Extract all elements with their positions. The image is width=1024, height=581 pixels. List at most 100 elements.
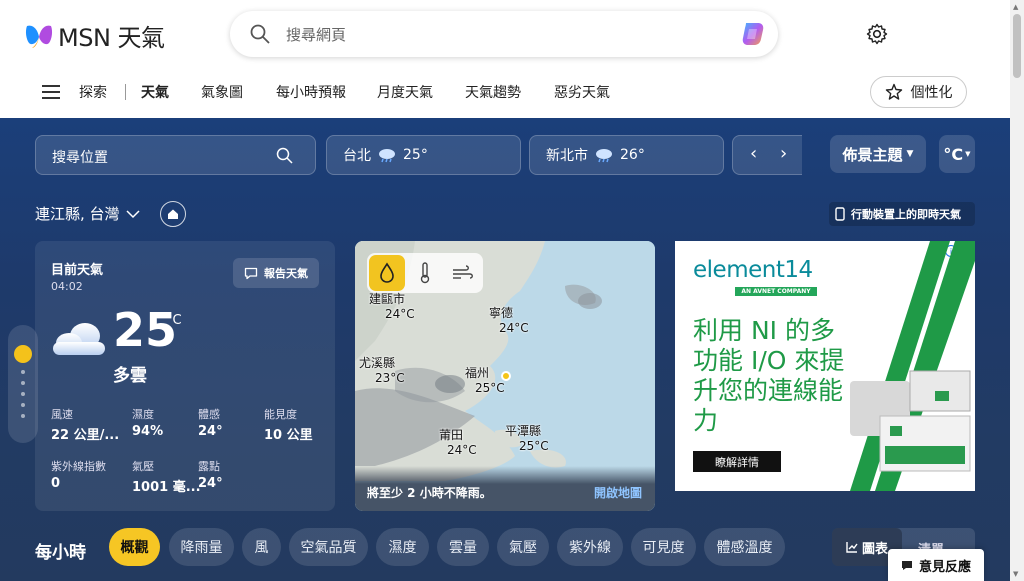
home-location-button[interactable]: [160, 201, 186, 227]
stat-visibility: 能見度 10 公里: [264, 406, 313, 443]
nav-weather-map[interactable]: 氣象圖: [201, 82, 243, 102]
phone-icon: [835, 207, 845, 221]
tab-wind[interactable]: 風: [242, 528, 281, 566]
map-label-ningde: 寧德 24°C: [489, 304, 529, 335]
copilot-icon[interactable]: [738, 20, 768, 48]
scrollbar-thumb[interactable]: [1013, 14, 1021, 78]
feedback-button[interactable]: 意見反應: [888, 549, 984, 581]
personalize-label: 個性化: [910, 85, 953, 101]
tab-air-quality[interactable]: 空氣品質: [289, 528, 368, 566]
ad-brand-sub: AN AVNET COMPANY: [735, 287, 817, 296]
rail-dot[interactable]: [21, 370, 25, 374]
current-condition: 多雲: [113, 366, 147, 386]
personalize-button[interactable]: 個性化: [870, 76, 967, 108]
theme-dropdown[interactable]: 佈景主題 ▼: [830, 135, 926, 173]
location-search-input[interactable]: 搜尋位置: [35, 135, 316, 175]
rail-dot[interactable]: [21, 381, 25, 385]
tab-overview[interactable]: 概觀: [109, 528, 160, 566]
search-placeholder: 搜尋網頁: [286, 26, 347, 44]
map-city: 建甌市: [369, 292, 406, 306]
rain-cloud-icon: [379, 149, 395, 163]
map-layer-toolbar: [367, 253, 483, 293]
tab-pressure[interactable]: 氣壓: [497, 528, 549, 566]
star-edit-icon: [885, 83, 902, 100]
tab-cloud-cover[interactable]: 雲量: [437, 528, 489, 566]
menu-icon[interactable]: [42, 85, 60, 99]
ad-headline: 利用 NI 的多功能 I/O 來提升您的連線能力: [693, 316, 845, 435]
city-temp: 26°: [620, 147, 645, 163]
report-weather-button[interactable]: 報告天氣: [233, 258, 319, 288]
stat-label: 紫外線指數: [51, 460, 106, 473]
tab-humidity[interactable]: 濕度: [376, 528, 429, 566]
current-time: 04:02: [51, 280, 83, 293]
city-chip-partial[interactable]: [732, 135, 802, 175]
unit-dropdown[interactable]: °C ▼: [939, 135, 975, 173]
cloudy-icon: [53, 323, 105, 355]
chevron-left-icon[interactable]: ‹: [750, 143, 757, 164]
stat-humidity: 濕度 94%: [132, 406, 163, 439]
nav-hourly[interactable]: 每小時預報: [276, 82, 346, 102]
rain-cloud-icon: [596, 149, 612, 163]
chevron-down-icon: [126, 209, 140, 218]
location-name: 連江縣, 台灣: [35, 205, 120, 223]
ad-product-image: [850, 241, 975, 491]
stat-label: 濕度: [132, 408, 154, 421]
stat-feels-like: 體感 24°: [198, 406, 223, 439]
settings-gear-icon[interactable]: [866, 23, 888, 45]
mobile-realtime-link[interactable]: 行動裝置上的即時天氣: [829, 202, 975, 226]
msn-weather-logo[interactable]: MSN 天氣: [24, 18, 165, 53]
ad-cta-button[interactable]: 瞭解詳情: [693, 451, 781, 472]
map-city: 尤溪縣: [359, 356, 396, 370]
raindrop-icon: [380, 262, 394, 283]
scroll-down-icon[interactable]: ▼: [1013, 570, 1018, 578]
city-name: 新北市: [546, 148, 588, 164]
map-label-youxi: 尤溪縣 23°C: [359, 354, 405, 385]
map-temp: 24°C: [385, 307, 415, 321]
unit-label: °C: [943, 144, 964, 164]
map-label-jianou: 建甌市 24°C: [369, 290, 415, 321]
thermometer-icon[interactable]: [415, 261, 435, 285]
chevron-right-icon[interactable]: ›: [780, 143, 787, 164]
rail-dot[interactable]: [21, 392, 25, 396]
location-selector[interactable]: 連江縣, 台灣: [35, 203, 140, 224]
map-footer: 將至少 2 小時不降雨。 開啟地圖: [355, 466, 655, 511]
advertisement[interactable]: element14 AN AVNET COMPANY 利用 NI 的多功能 I/…: [675, 241, 975, 491]
stat-value: 10 公里: [264, 428, 313, 443]
search-icon: [276, 147, 293, 164]
rail-dot[interactable]: [21, 414, 25, 418]
map-city: 福州: [465, 366, 490, 380]
nav-monthly[interactable]: 月度天氣: [377, 82, 433, 102]
web-search-box[interactable]: 搜尋網頁: [230, 11, 778, 57]
stat-value: 24°: [198, 476, 223, 491]
sun-icon[interactable]: [14, 345, 32, 363]
map-temp: 25°C: [475, 381, 505, 395]
rail-dot[interactable]: [21, 403, 25, 407]
stat-label: 體感: [198, 408, 220, 421]
tab-precipitation[interactable]: 降雨量: [169, 528, 234, 566]
tab-visibility[interactable]: 可見度: [631, 528, 696, 566]
nav-trends[interactable]: 天氣趨勢: [465, 82, 521, 102]
weather-map[interactable]: 建甌市 24°C 寧德 24°C 尤溪縣 23°C 福州 25°C 莆田 24°…: [355, 241, 655, 511]
stat-value: 1001 毫...: [132, 480, 201, 495]
home-icon: [168, 209, 178, 219]
hourly-title: 每小時: [35, 543, 86, 563]
ad-brand: element14: [693, 257, 813, 283]
feedback-label: 意見反應: [918, 559, 971, 575]
city-chip-new-taipei[interactable]: 新北市 26°: [529, 135, 724, 175]
tab-uv[interactable]: 紫外線: [557, 528, 623, 566]
open-map-link[interactable]: 開啟地圖: [594, 484, 642, 501]
city-chip-taipei[interactable]: 台北 25°: [326, 135, 521, 175]
stat-uv-index: 紫外線指數 0: [51, 458, 106, 491]
msn-butterfly-icon: [25, 25, 53, 48]
map-city: 莆田: [439, 428, 464, 442]
nav-weather[interactable]: 天氣: [141, 82, 169, 102]
wind-icon[interactable]: [451, 263, 475, 283]
stat-label: 露點: [198, 460, 220, 473]
scroll-up-icon[interactable]: ▲: [1013, 3, 1018, 11]
tab-feels-like[interactable]: 體感溫度: [704, 528, 785, 566]
page-scrollbar[interactable]: ▲ ▼: [1010, 0, 1024, 581]
nav-explore[interactable]: 探索: [79, 82, 107, 102]
nav-severe[interactable]: 惡劣天氣: [554, 82, 610, 102]
current-weather-title: 目前天氣: [51, 263, 104, 278]
precipitation-layer-button[interactable]: [369, 255, 405, 291]
